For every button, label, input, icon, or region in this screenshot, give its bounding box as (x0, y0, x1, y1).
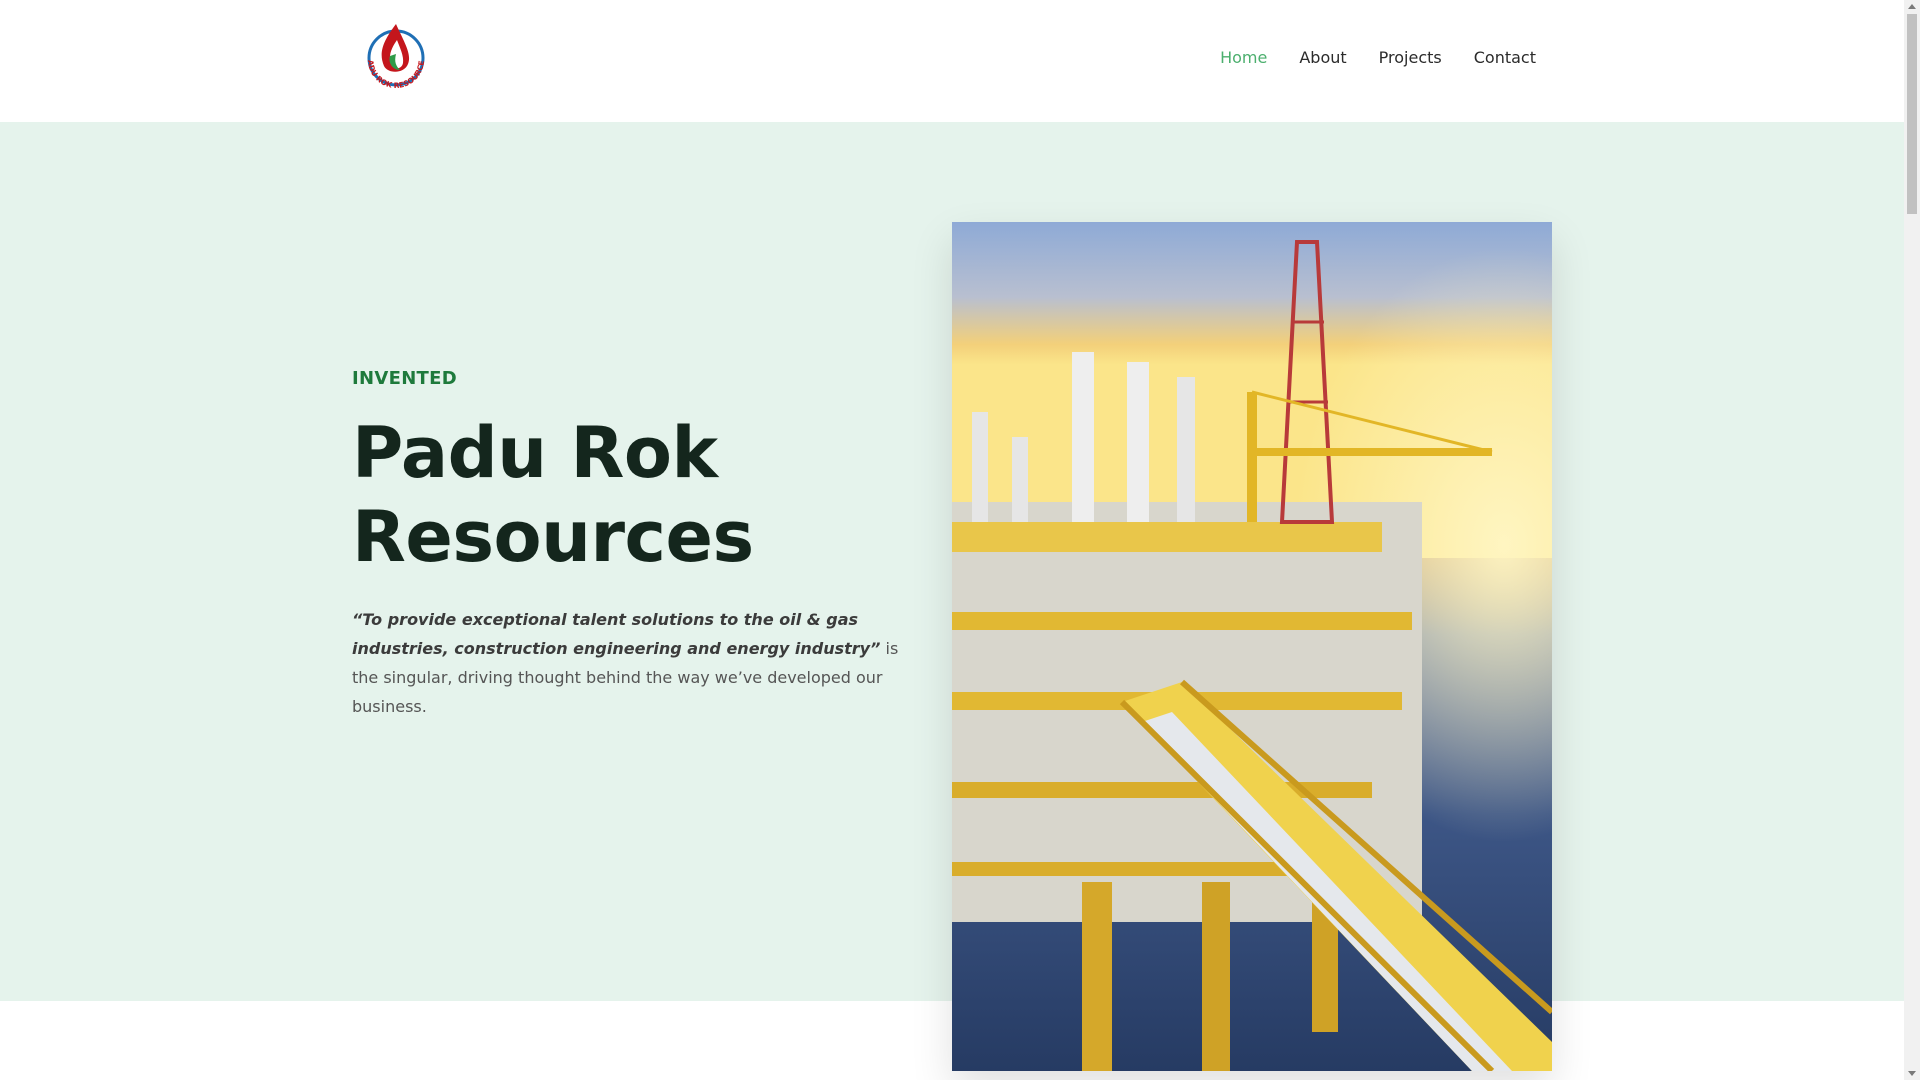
hero-title: Padu Rok Resources (352, 411, 912, 579)
page-scrollbar[interactable] (1904, 0, 1920, 1080)
scroll-down-arrow-icon[interactable] (1908, 1071, 1916, 1076)
main-nav: Home About Projects Contact (1220, 48, 1536, 67)
hero-image-offshore-platform (952, 222, 1552, 1071)
scrollbar-thumb[interactable] (1907, 14, 1917, 214)
nav-projects[interactable]: Projects (1379, 48, 1442, 67)
nav-contact[interactable]: Contact (1474, 48, 1536, 67)
nav-home[interactable]: Home (1220, 48, 1267, 67)
hero-text-block: INVENTED Padu Rok Resources “To provide … (352, 368, 912, 721)
company-logo[interactable]: PADU ROK RESOURCES (353, 11, 436, 98)
offshore-platform-illustration (952, 222, 1552, 1071)
hero-description: “To provide exceptional talent solutions… (352, 605, 912, 721)
site-header: PADU ROK RESOURCES Home About Projects C… (0, 0, 1904, 122)
mission-quote: “To provide exceptional talent solutions… (352, 610, 881, 658)
flame-logo-icon: PADU ROK RESOURCES (353, 11, 426, 90)
scroll-up-arrow-icon[interactable] (1908, 4, 1916, 9)
hero-title-line1: Padu Rok (352, 412, 718, 494)
hero-title-line2: Resources (352, 496, 754, 578)
hero-eyebrow: INVENTED (352, 368, 457, 389)
nav-about[interactable]: About (1299, 48, 1346, 67)
